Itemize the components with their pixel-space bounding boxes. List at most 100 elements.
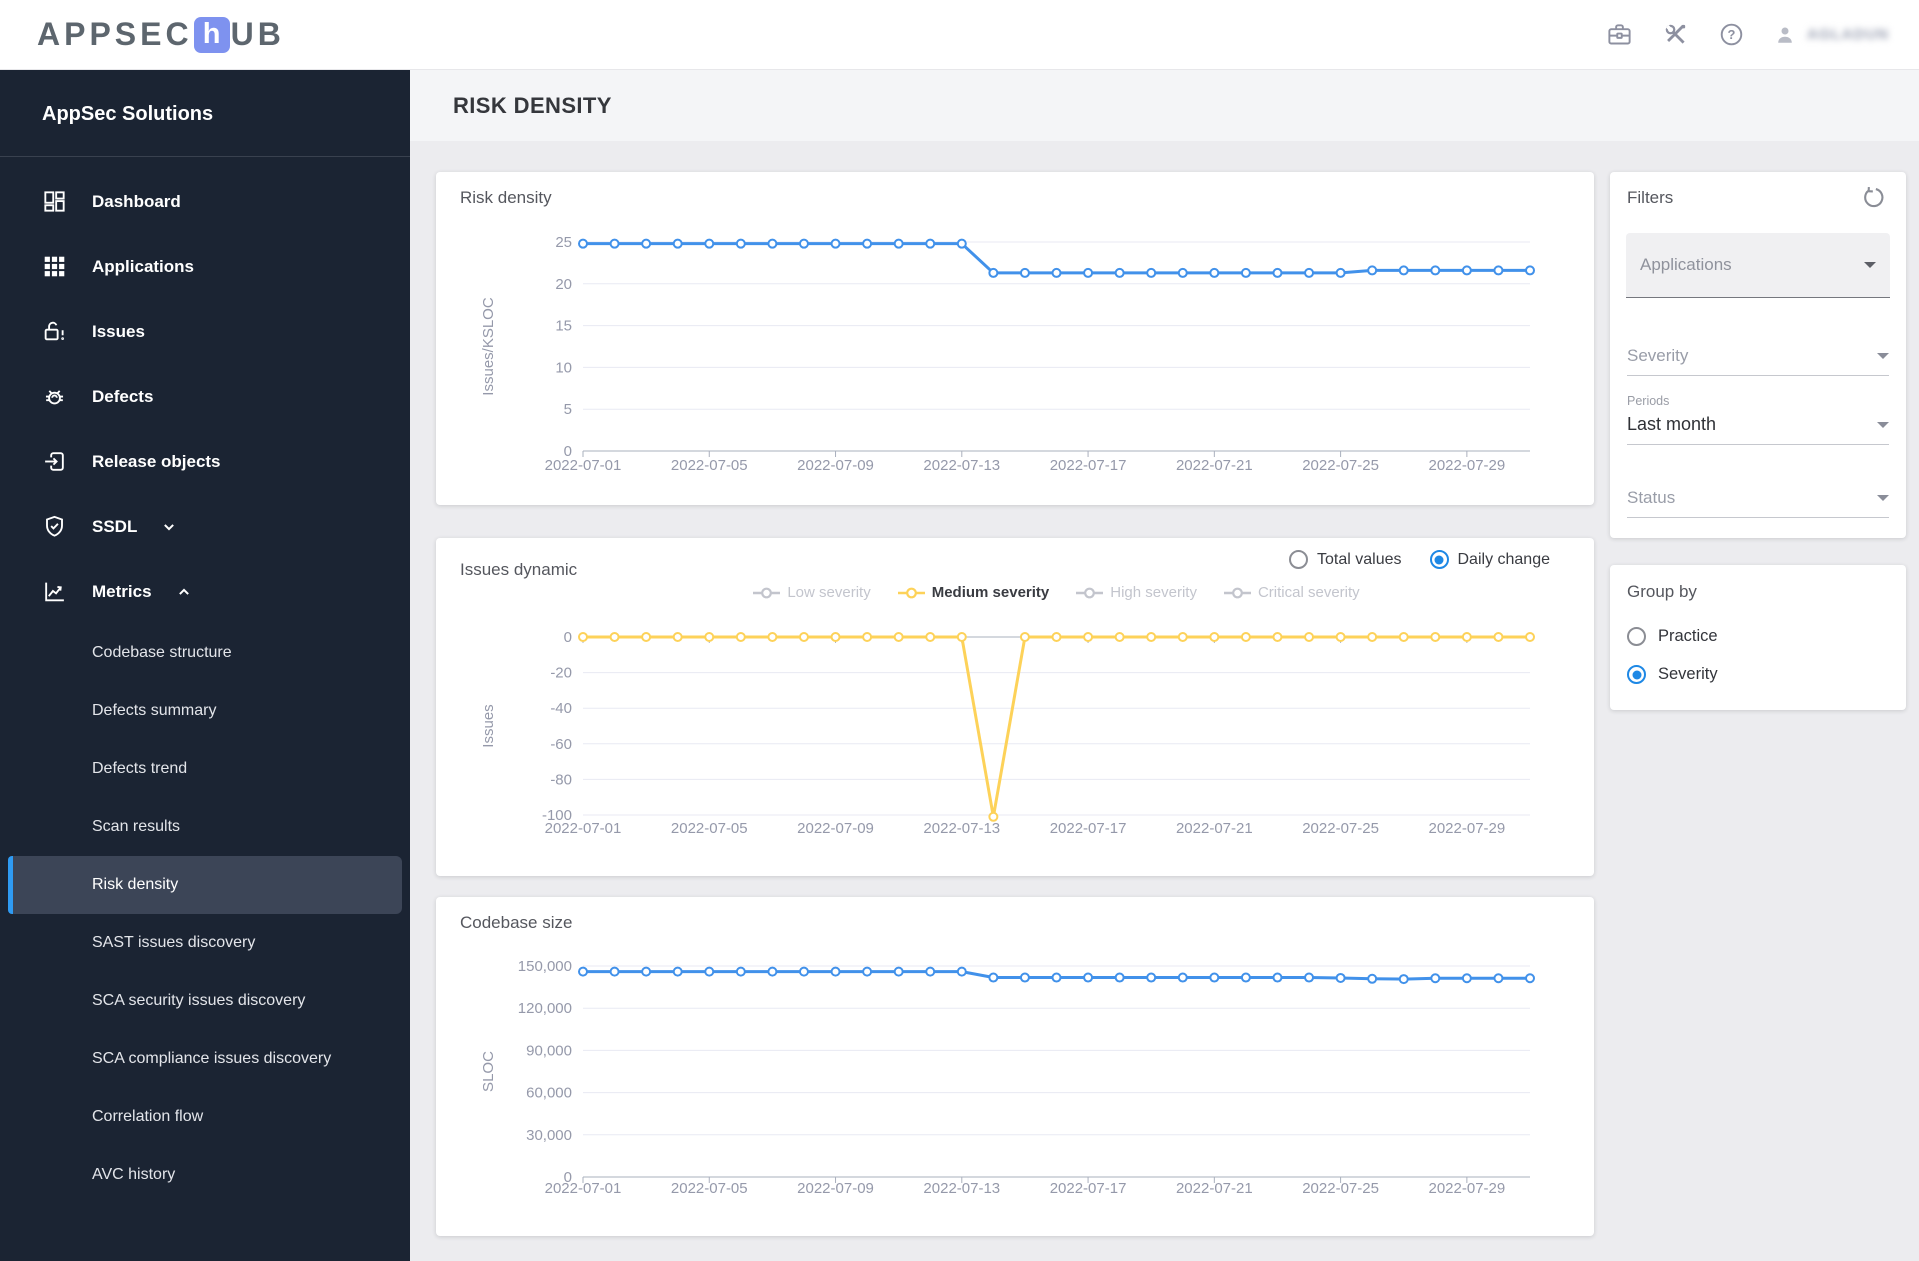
svg-text:2022-07-05: 2022-07-05 (671, 820, 748, 837)
unlock-alert-icon (42, 319, 68, 345)
radio-checked-icon (1627, 665, 1646, 684)
group-by-practice[interactable]: Practice (1627, 627, 1718, 646)
codebase-size-chart: 030,00060,00090,000120,000150,0002022-07… (480, 958, 1535, 1197)
logo-text-post: UB (230, 16, 285, 52)
shield-check-icon (42, 514, 68, 540)
chevron-down-icon (1877, 495, 1889, 501)
svg-text:2022-07-09: 2022-07-09 (797, 1180, 874, 1197)
svg-text:Issues: Issues (480, 704, 497, 747)
reset-icon (1864, 186, 1884, 208)
svg-text:2022-07-29: 2022-07-29 (1428, 457, 1505, 474)
svg-text:2022-07-05: 2022-07-05 (671, 1180, 748, 1197)
svg-text:20: 20 (555, 276, 572, 293)
sidebar-subitem-scan-results[interactable]: Scan results (8, 798, 402, 856)
sidebar-item-metrics[interactable]: Metrics (0, 559, 410, 624)
applications-select[interactable]: Applications (1626, 233, 1890, 298)
reset-filters-button[interactable] (1860, 184, 1888, 212)
sidebar-item-dashboard[interactable]: Dashboard (0, 169, 410, 234)
svg-text:2022-07-13: 2022-07-13 (923, 1180, 1000, 1197)
sidebar-item-applications[interactable]: Applications (0, 234, 410, 299)
svg-text:2022-07-29: 2022-07-29 (1428, 820, 1505, 837)
page-title: RISK DENSITY (453, 92, 612, 118)
top-header: APPSEC h UB ? AGLADUN (0, 0, 1919, 70)
svg-text:-80: -80 (550, 771, 572, 788)
briefcase-icon[interactable] (1605, 21, 1633, 49)
svg-text:2022-07-17: 2022-07-17 (1050, 457, 1127, 474)
svg-text:?: ? (1727, 27, 1735, 42)
sidebar-subitem-sast-issues-discovery[interactable]: SAST issues discovery (8, 914, 402, 972)
logo-h-badge: h (193, 16, 230, 53)
svg-text:2022-07-25: 2022-07-25 (1302, 820, 1379, 837)
sidebar-item-release-objects[interactable]: Release objects (0, 429, 410, 494)
app-root: APPSEC h UB ? AGLADUN AppSec Solutions D… (0, 0, 1919, 1261)
sidebar-item-issues[interactable]: Issues (0, 299, 410, 364)
sidebar-subitem-avc-history[interactable]: AVC history (8, 1146, 402, 1204)
svg-text:30,000: 30,000 (526, 1127, 572, 1144)
logo-text-pre: APPSEC (37, 16, 193, 52)
chevron-down-icon (159, 517, 179, 537)
svg-text:2022-07-01: 2022-07-01 (545, 1180, 622, 1197)
svg-text:15: 15 (555, 318, 572, 335)
svg-text:2022-07-09: 2022-07-09 (797, 820, 874, 837)
sidebar-subitem-correlation-flow[interactable]: Correlation flow (8, 1088, 402, 1146)
sidebar-subitem-defects-trend[interactable]: Defects trend (8, 740, 402, 798)
severity-select[interactable]: Severity (1627, 346, 1889, 376)
chevron-down-icon (1877, 353, 1889, 359)
sidebar-item-defects[interactable]: Defects (0, 364, 410, 429)
group-by-panel: Group by Practice Severity (1610, 565, 1906, 710)
svg-text:120,000: 120,000 (518, 1000, 572, 1017)
svg-text:150,000: 150,000 (518, 958, 572, 975)
svg-text:Issues/KSLOC: Issues/KSLOC (480, 297, 497, 396)
svg-text:90,000: 90,000 (526, 1042, 572, 1059)
risk-density-chart: 05101520252022-07-01 2022-07-05 2022-07-09… (480, 234, 1535, 474)
sidebar-subitem-codebase-structure[interactable]: Codebase structure (8, 624, 402, 682)
sidebar-title: AppSec Solutions (42, 103, 214, 125)
group-by-severity[interactable]: Severity (1627, 665, 1718, 684)
periods-caption: Periods (1627, 394, 1670, 408)
svg-text:2022-07-13: 2022-07-13 (923, 820, 1000, 837)
username-label: AGLADUN (1807, 26, 1889, 43)
svg-text:2022-07-13: 2022-07-13 (923, 457, 1000, 474)
sidebar-subitem-sca-compliance-issues-discovery[interactable]: SCA compliance issues discovery (8, 1030, 402, 1088)
chevron-down-icon (1877, 421, 1889, 428)
svg-text:5: 5 (564, 401, 572, 418)
page-title-band: RISK DENSITY (410, 70, 1919, 141)
periods-select[interactable]: Last month (1627, 414, 1889, 445)
risk-density-chart-card: Risk density 0 5 10 15 20 25 2022-07-01 2022-07… (436, 172, 1594, 505)
svg-text:2022-07-21: 2022-07-21 (1176, 1180, 1253, 1197)
issues-dynamic-chart: 0-20-40-60-80-1002022-07-01 2022-07-05 202… (480, 629, 1535, 837)
app-logo[interactable]: APPSEC h UB (37, 16, 285, 53)
apps-grid-icon (42, 254, 68, 280)
svg-text:-60: -60 (550, 736, 572, 753)
radio-unchecked-icon (1627, 627, 1646, 646)
sidebar-nav: Dashboard Applications Issues Defects Re… (0, 157, 410, 1204)
bug-icon (42, 384, 68, 410)
codebase-size-chart-card: Codebase size 0 30,000 60,000 90,000 120,000… (436, 897, 1594, 1236)
help-icon[interactable]: ? (1717, 21, 1745, 49)
svg-text:2022-07-17: 2022-07-17 (1050, 820, 1127, 837)
svg-text:2022-07-21: 2022-07-21 (1176, 457, 1253, 474)
group-by-title: Group by (1627, 582, 1697, 601)
filters-title: Filters (1627, 188, 1674, 207)
status-select[interactable]: Status (1627, 488, 1889, 518)
svg-text:2022-07-09: 2022-07-09 (797, 457, 874, 474)
svg-text:10: 10 (555, 359, 572, 376)
header-actions: ? AGLADUN (1605, 21, 1889, 49)
svg-text:2022-07-25: 2022-07-25 (1302, 457, 1379, 474)
sidebar-subitem-risk-density[interactable]: Risk density (8, 856, 402, 914)
sidebar-subitem-sca-security-issues-discovery[interactable]: SCA security issues discovery (8, 972, 402, 1030)
svg-text:-40: -40 (550, 700, 572, 717)
svg-text:SLOC: SLOC (480, 1051, 497, 1092)
svg-text:2022-07-21: 2022-07-21 (1176, 820, 1253, 837)
sidebar-item-ssdl[interactable]: SSDL (0, 494, 410, 559)
svg-text:2022-07-01: 2022-07-01 (545, 820, 622, 837)
sidebar-subitem-defects-summary[interactable]: Defects summary (8, 682, 402, 740)
metrics-chart-icon (42, 579, 68, 605)
svg-text:25: 25 (555, 234, 572, 251)
dashboard-icon (42, 189, 68, 215)
svg-text:2022-07-17: 2022-07-17 (1050, 1180, 1127, 1197)
issues-dynamic-chart-card: Issues dynamic Total values Daily change… (436, 538, 1594, 876)
user-menu[interactable]: AGLADUN (1773, 23, 1889, 47)
release-box-icon (42, 449, 68, 475)
tools-icon[interactable] (1661, 21, 1689, 49)
